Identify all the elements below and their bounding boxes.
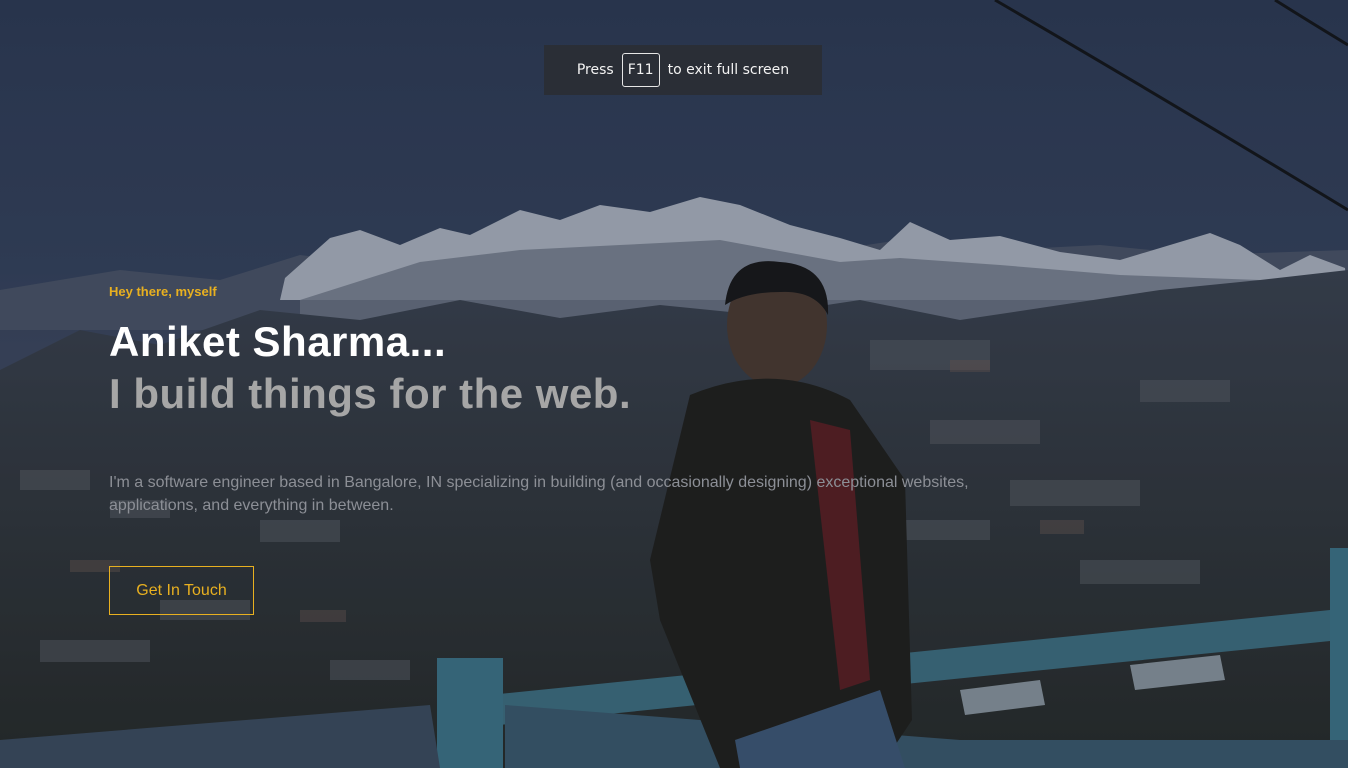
f11-key-badge: F11 xyxy=(621,53,660,87)
hero-tagline: I build things for the web. xyxy=(109,370,632,417)
hero-section: Hey there, myself Aniket Sharma... I bui… xyxy=(109,284,1009,517)
get-in-touch-button[interactable]: Get In Touch xyxy=(109,566,254,615)
fullscreen-notice-suffix: to exit full screen xyxy=(667,62,790,78)
fullscreen-notice: Press F11 to exit full screen xyxy=(544,45,822,95)
hero-name: Aniket Sharma... xyxy=(109,318,447,365)
fullscreen-notice-prefix: Press xyxy=(576,62,614,78)
hero-description: I'm a software engineer based in Bangalo… xyxy=(109,474,969,514)
hero-greeting: Hey there, myself xyxy=(109,284,217,299)
